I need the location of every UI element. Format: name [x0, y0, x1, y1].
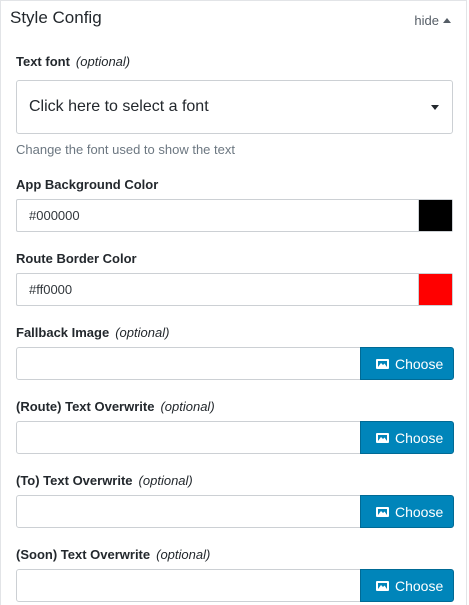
- optional-tag: (optional): [156, 547, 211, 562]
- route-text-input[interactable]: [16, 421, 361, 454]
- fallback-image-input[interactable]: [16, 347, 361, 380]
- route-border-color-swatch[interactable]: [418, 274, 452, 305]
- panel-title: Style Config: [10, 8, 102, 27]
- chevron-up-icon[interactable]: [443, 18, 451, 23]
- route-text-label: (Route) Text Overwrite (optional): [16, 399, 215, 414]
- soon-text-choose-button[interactable]: Choose: [360, 569, 454, 602]
- text-font-label: Text font (optional): [16, 54, 131, 69]
- image-icon: [376, 581, 389, 591]
- font-select-value: Click here to select a font: [29, 98, 209, 115]
- route-text-choose-button[interactable]: Choose: [360, 421, 454, 454]
- fallback-image-label: Fallback Image (optional): [16, 325, 170, 340]
- app-bg-color-swatch[interactable]: [418, 200, 452, 231]
- optional-tag: (optional): [115, 325, 170, 340]
- caret-down-icon: [431, 105, 439, 110]
- font-select[interactable]: Click here to select a font: [16, 80, 453, 134]
- hide-toggle[interactable]: hide: [414, 13, 439, 28]
- soon-text-label: (Soon) Text Overwrite (optional): [16, 547, 211, 562]
- to-text-choose-button[interactable]: Choose: [360, 495, 454, 528]
- route-border-color-field[interactable]: #ff0000: [16, 273, 453, 306]
- app-bg-color-value: #000000: [29, 208, 80, 223]
- image-icon: [376, 433, 389, 443]
- optional-tag: (optional): [75, 54, 131, 69]
- fallback-image-choose-button[interactable]: Choose: [360, 347, 454, 380]
- panel-header: Style Config hide: [1, 1, 466, 41]
- optional-tag: (optional): [160, 399, 215, 414]
- soon-text-input[interactable]: [16, 569, 361, 602]
- to-text-input[interactable]: [16, 495, 361, 528]
- style-config-panel: Style Config hide Text font (optional) Cl…: [0, 0, 467, 605]
- route-border-color-label: Route Border Color: [16, 251, 137, 266]
- optional-tag: (optional): [138, 473, 193, 488]
- route-border-color-value: #ff0000: [29, 282, 73, 297]
- image-icon: [376, 359, 389, 369]
- to-text-label: (To) Text Overwrite (optional): [16, 473, 193, 488]
- image-icon: [376, 507, 389, 517]
- font-help-text: Change the font used to show the text: [16, 142, 235, 157]
- app-bg-color-label: App Background Color: [16, 177, 159, 192]
- app-bg-color-field[interactable]: #000000: [16, 199, 453, 232]
